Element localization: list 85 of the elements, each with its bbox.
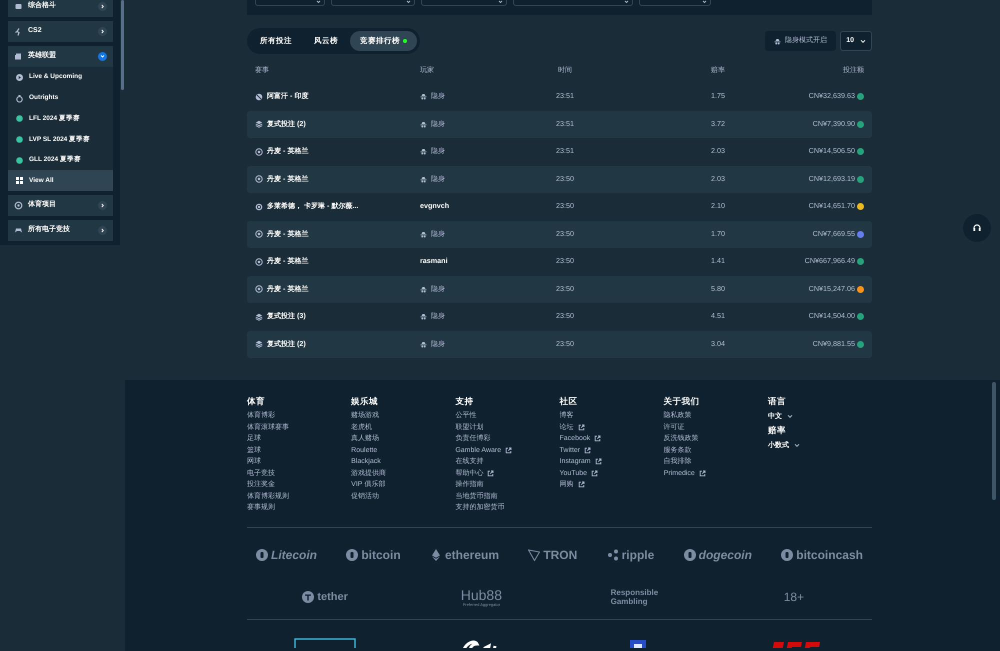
triangle-icon <box>528 548 540 560</box>
footer-heading: 赔率 <box>768 425 787 436</box>
external-link-icon <box>591 470 598 477</box>
chevron-icon <box>98 2 107 11</box>
support-button[interactable] <box>963 214 991 242</box>
external-link-icon <box>578 424 585 431</box>
cricket-ball-icon <box>255 92 263 101</box>
external-link-icon <box>698 470 706 477</box>
nodes-icon <box>606 548 619 560</box>
league-dot-icon <box>15 114 24 124</box>
live-dot-icon <box>403 39 407 43</box>
incognito-icon <box>420 120 427 128</box>
soccer-ball-icon <box>255 230 263 238</box>
crypto-logo: Litecoin <box>256 546 318 564</box>
incognito-icon <box>420 313 427 320</box>
dropdown-field[interactable] <box>513 0 633 6</box>
chevron-down-icon <box>316 0 321 4</box>
incognito-icon <box>420 286 427 293</box>
chevron-down-icon <box>794 443 800 448</box>
crypto-logo: dogecoin <box>684 546 752 564</box>
layers-icon <box>255 312 263 321</box>
crypto-logo: bitcoin <box>346 546 401 564</box>
incognito-icon <box>420 148 427 156</box>
coin-icon <box>302 591 314 603</box>
chevron-icon <box>98 226 107 236</box>
ball-icon <box>14 201 23 210</box>
diamond-icon <box>430 548 442 560</box>
crypto-logo: ripple <box>606 546 654 564</box>
chevron-down-icon <box>406 0 411 4</box>
layers-icon <box>255 340 263 348</box>
footer-heading: 社区 <box>560 396 579 407</box>
headset-icon <box>972 223 982 233</box>
chevron-down-icon <box>860 38 866 44</box>
soccer-ball-icon <box>255 285 263 294</box>
chevron-icon <box>98 201 107 210</box>
tennis-ball-icon <box>255 202 263 211</box>
incognito-icon <box>420 340 427 348</box>
chevron-down-icon <box>624 0 629 4</box>
layers-icon <box>255 120 263 128</box>
chevron-icon <box>98 27 107 36</box>
play-icon <box>15 72 24 82</box>
external-link-icon <box>505 446 512 454</box>
footer-heading: 支持 <box>455 396 474 407</box>
coin-icon <box>781 548 794 560</box>
tether-logo: tether <box>302 588 348 606</box>
dropdown-field[interactable] <box>331 0 415 6</box>
scrollbar-thumb[interactable] <box>992 382 996 500</box>
dropdown-field[interactable] <box>421 0 507 6</box>
chevron-down-icon <box>702 0 707 4</box>
league-dot-icon <box>15 134 24 144</box>
footer-heading: 体育 <box>247 396 266 407</box>
coin-icon <box>346 548 358 560</box>
incognito-icon <box>420 230 427 238</box>
responsible-gambling-logo: Responsible Gambling <box>610 588 660 606</box>
dropdown-field[interactable] <box>255 0 325 6</box>
footer-heading: 关于我们 <box>664 396 701 407</box>
chevron-down-icon <box>786 414 793 419</box>
dropdown-field[interactable] <box>639 0 711 6</box>
chevron-down-icon <box>498 0 503 4</box>
crypto-logo: TRON <box>528 546 578 564</box>
grid-icon <box>15 176 24 186</box>
league-dot-icon <box>15 156 24 165</box>
soccer-ball-icon <box>255 258 263 266</box>
footer-heading: 娱乐城 <box>351 396 380 407</box>
external-link-icon <box>578 481 585 488</box>
external-link-icon <box>584 446 592 454</box>
gamepad-icon <box>14 226 23 236</box>
coin-icon <box>256 548 268 560</box>
footer-heading: 语言 <box>768 396 787 407</box>
external-link-icon <box>487 470 494 477</box>
chevron-icon <box>98 52 107 61</box>
book-icon <box>14 52 23 61</box>
soccer-ball-icon <box>255 148 263 156</box>
crypto-logo: ethereum <box>430 546 499 564</box>
medal-icon <box>15 94 24 103</box>
soccer-ball-icon <box>255 175 263 184</box>
external-link-icon <box>594 458 602 466</box>
incognito-icon <box>420 93 427 100</box>
coin-icon <box>684 548 696 560</box>
scrollbar-thumb[interactable] <box>121 0 124 90</box>
external-link-icon <box>594 435 602 442</box>
age-limit-logo: 18+ <box>784 589 804 606</box>
incognito-icon <box>420 176 427 183</box>
crypto-logo: bitcoincash <box>781 546 863 564</box>
incognito-icon <box>774 38 782 44</box>
